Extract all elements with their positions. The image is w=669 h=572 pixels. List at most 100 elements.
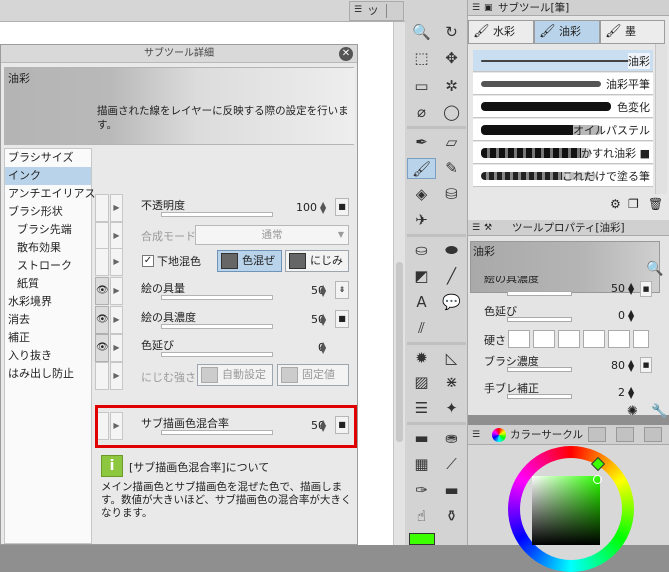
color-stretch-property-value[interactable]: 0 [595,309,625,322]
approximate-color-tab[interactable] [644,427,662,442]
stabilization-property-value[interactable]: 2 [595,386,625,399]
frame-icon[interactable]: ▬ [407,428,436,449]
object-select-icon[interactable]: ⬚ [407,48,436,69]
brush-item[interactable]: これだけで塗る筆 [473,165,653,187]
text-icon[interactable]: A [407,292,436,313]
category-taper[interactable]: 入り抜き [5,347,91,365]
correct-line-icon[interactable]: ⫽ [407,318,436,339]
tab-oil[interactable]: 🖌 油彩 [534,20,600,44]
decoration-icon[interactable]: ✎ [437,158,466,179]
category-brush-tip[interactable]: ブラシ先端 [5,221,91,239]
opacity-value[interactable]: 100 [295,201,317,214]
canvas-vertical-scrollbar[interactable] [393,22,405,545]
tab-watercolor[interactable]: 🖌 水彩 [468,20,534,44]
eye-icon[interactable]: 👁 [95,277,109,305]
stepper-icon[interactable]: ▲ ▼ [320,313,326,327]
balloon-icon[interactable]: 💬 [437,292,466,313]
hardness-option[interactable] [558,330,580,348]
category-watercolor-edge[interactable]: 水彩境界 [5,293,91,311]
magnifier-icon[interactable]: 🔍 [646,261,663,277]
color-set-tab[interactable] [588,427,606,442]
eye-icon[interactable]: 👁 [95,334,109,362]
canvas-tab[interactable]: ☰ ツ [349,1,404,21]
marquee-icon[interactable]: ▭ [407,76,436,97]
brush-density-property-value[interactable]: 80 [595,359,625,372]
pressure-button[interactable]: ■ [640,357,652,373]
blend-tool-icon[interactable]: ◈ [407,184,436,205]
intermediate-color-tab[interactable] [616,427,634,442]
paint-density-slider[interactable] [161,324,273,329]
screentone-icon[interactable]: ▦ [407,454,436,475]
lock-toggle[interactable] [95,194,109,222]
expand-icon[interactable]: ▶ [110,194,123,222]
panel-menu-icon[interactable]: ☰ [472,425,480,445]
burst-icon[interactable]: ✹ [407,348,436,369]
panel-menu-icon[interactable]: ☰ [472,220,480,236]
eyedropper-icon[interactable]: ⌀ [407,102,436,123]
pressure-button[interactable]: ■ [335,310,349,328]
stepper-icon[interactable]: ▲ ▼ [628,309,634,323]
sparkle-icon[interactable]: ✦ [437,398,466,419]
category-antialias[interactable]: アンチエイリアス [5,185,96,203]
blur-mix-button[interactable]: にじみ [285,250,349,272]
pressure-button[interactable]: ■ [640,281,652,297]
smudge-icon[interactable]: ☝ [407,506,436,527]
scrollbar-thumb[interactable] [396,262,403,442]
eraser-icon[interactable]: ▱ [437,132,466,153]
auto-setting-button[interactable]: 自動設定 [197,364,273,386]
stepper-icon[interactable]: ▲ ▼ [320,284,326,298]
category-ink[interactable]: インク [5,167,91,185]
expand-icon[interactable]: ▶ [110,222,123,250]
expand-icon[interactable]: ▶ [110,248,123,276]
stepper-icon[interactable]: ▲ ▼ [628,359,634,373]
tool-settings-icon[interactable]: ⚙ [610,197,621,211]
lock-toggle[interactable] [95,248,109,276]
category-stroke[interactable]: ストローク [5,257,91,275]
lock-toggle[interactable] [95,222,109,250]
stepper-icon[interactable]: ▲ ▼ [628,386,634,400]
stabilization-property-slider[interactable] [507,394,572,399]
ruler-icon[interactable]: ◺ [437,348,466,369]
color-stretch-slider[interactable] [161,352,273,357]
wrench-settings-icon[interactable]: 🔧 [651,404,667,419]
paint-amount-slider[interactable] [161,295,273,300]
panel-menu-icon[interactable]: ☰ [472,0,480,16]
category-correction[interactable]: 補正 [5,329,91,347]
gradient-icon[interactable]: ⬬ [437,240,466,261]
stepper-icon[interactable]: ▲ ▼ [628,282,634,296]
brush-item[interactable]: オイルパステル [473,119,653,141]
brush-density-property-slider[interactable] [507,367,572,372]
lock-toggle[interactable] [95,362,109,390]
eye-icon[interactable]: 👁 [95,306,109,334]
fill-bucket-icon[interactable]: ⛁ [437,184,466,205]
rotate-icon[interactable]: ↻ [437,22,466,43]
underlay-mix-checkbox[interactable]: ✓ [142,255,154,267]
color-stretch-property-slider[interactable] [507,317,572,322]
close-icon[interactable]: ✕ [339,47,353,61]
expand-icon[interactable]: ▶ [110,306,123,334]
tab-ink[interactable]: 🖌 墨 [600,20,665,44]
speed-lines-icon[interactable]: ⋇ [437,372,466,393]
pattern-icon[interactable]: ▨ [407,372,436,393]
main-color-swatch[interactable] [409,533,435,545]
stepper-icon[interactable]: ▲ ▼ [320,341,326,355]
brush-icon[interactable]: 🖌 [407,158,436,179]
category-overflow-prevention[interactable]: はみ出し防止 [5,365,91,383]
shape-icon[interactable]: ◩ [407,266,436,287]
opacity-slider[interactable] [161,212,273,217]
fixed-value-button[interactable]: 固定値 [277,364,349,386]
nib-icon[interactable]: ✑ [407,480,436,501]
trash-icon[interactable]: 🗑 [648,197,663,211]
brush-item[interactable]: 色変化 [473,96,653,118]
hardness-option[interactable] [583,330,605,348]
saturation-value-square[interactable] [532,476,600,545]
category-brush-size[interactable]: ブラシサイズ [5,149,91,167]
blend-mode-dropdown[interactable]: 通常 ▼ [195,225,349,245]
brush-item[interactable]: 油彩平筆 [473,73,653,95]
subtool-list-scrollbar[interactable] [655,44,667,194]
color-cursor[interactable] [593,475,602,484]
brush-item[interactable]: かすれ油彩 ■ [473,142,653,164]
panel-menu-icon[interactable]: ☰ [354,5,362,15]
layer-icon[interactable]: ⛂ [437,428,466,449]
expand-icon[interactable]: ▶ [110,334,123,362]
